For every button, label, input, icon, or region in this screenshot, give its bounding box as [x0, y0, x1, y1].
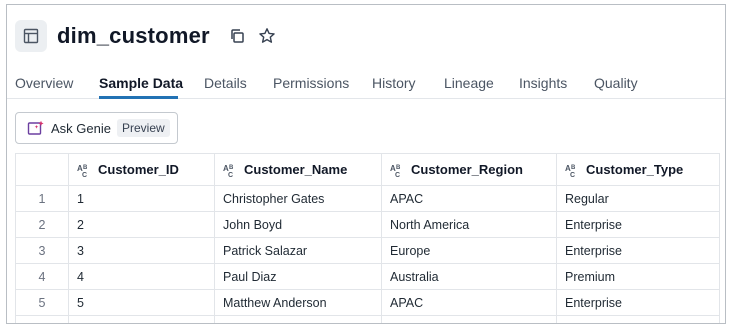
row-number — [15, 315, 69, 323]
tab-details[interactable]: Details — [204, 75, 247, 91]
genie-sparkle-icon — [27, 120, 45, 136]
row-number: 3 — [15, 237, 69, 264]
table-header-row: ACB Customer_ID ACB Customer_Name A C B … — [15, 153, 720, 186]
svg-text:B: B — [229, 165, 234, 171]
svg-text:C: C — [82, 172, 87, 178]
table-cell[interactable]: APAC — [381, 185, 557, 212]
table-cell[interactable]: North America — [381, 211, 557, 238]
table-row: 2 2 John Boyd North America Enterprise — [15, 211, 720, 238]
table-cell[interactable]: 4 — [68, 263, 215, 290]
table-cell[interactable]: Enterprise — [556, 211, 720, 238]
row-number: 1 — [15, 185, 69, 212]
page-title: dim_customer — [57, 23, 210, 48]
table-row: 5 5 Matthew Anderson APAC Enterprise — [15, 289, 720, 316]
svg-text:C: C — [228, 172, 233, 178]
table-cell[interactable]: 5 — [68, 289, 215, 316]
table-row: 1 1 Christopher Gates APAC Regular — [15, 185, 720, 212]
svg-text:B: B — [83, 165, 88, 171]
column-header-customer-id[interactable]: ACB Customer_ID — [68, 153, 215, 186]
tab-quality[interactable]: Quality — [594, 75, 638, 91]
column-header-label: Customer_ID — [98, 162, 179, 177]
tab-overview[interactable]: Overview — [15, 75, 73, 91]
string-type-icon: ACB — [565, 162, 581, 178]
table-cell[interactable]: Regular — [556, 185, 720, 212]
table-cell[interactable]: APAC — [381, 289, 557, 316]
row-number: 2 — [15, 211, 69, 238]
table-cell[interactable]: 3 — [68, 237, 215, 264]
table-icon — [15, 20, 47, 52]
tab-lineage[interactable]: Lineage — [444, 75, 494, 91]
string-type-icon: ACB — [77, 162, 93, 178]
table-cell[interactable]: John Boyd — [214, 211, 382, 238]
row-number: 5 — [15, 289, 69, 316]
sample-data-table: ACB Customer_ID ACB Customer_Name A C B … — [15, 153, 720, 323]
table-detail-page: dim_customer Overview Sample Data Detail… — [6, 4, 726, 324]
svg-text:C: C — [395, 172, 400, 178]
table-row: 4 4 Paul Diaz Australia Premium — [15, 263, 720, 290]
svg-text:C: C — [570, 172, 575, 178]
table-cell[interactable]: Paul Diaz — [214, 263, 382, 290]
star-icon[interactable] — [256, 25, 278, 47]
tab-bar: Overview Sample Data Details Permissions… — [7, 65, 725, 99]
table-cell[interactable] — [556, 315, 720, 323]
column-header-label: Customer_Name — [244, 162, 348, 177]
table-cell[interactable]: Matthew Anderson — [214, 289, 382, 316]
copy-icon[interactable] — [226, 25, 248, 47]
tab-sample-data[interactable]: Sample Data — [99, 75, 183, 91]
table-cell[interactable] — [214, 315, 382, 323]
column-header-customer-region[interactable]: ACB Customer_Region — [381, 153, 557, 186]
column-header-customer-name[interactable]: ACB Customer_Name — [214, 153, 382, 186]
table-cell[interactable]: Australia — [381, 263, 557, 290]
table-cell[interactable]: Enterprise — [556, 289, 720, 316]
table-cell[interactable]: 2 — [68, 211, 215, 238]
table-cell[interactable]: 1 — [68, 185, 215, 212]
string-type-icon: ACB — [390, 162, 406, 178]
table-cell[interactable] — [68, 315, 215, 323]
ask-genie-label: Ask Genie — [51, 120, 111, 136]
column-header-label: Customer_Region — [411, 162, 523, 177]
table-cell[interactable]: Enterprise — [556, 237, 720, 264]
column-header-label: Customer_Type — [586, 162, 684, 177]
table-cell[interactable]: Europe — [381, 237, 557, 264]
svg-text:B: B — [396, 165, 401, 171]
page-header: dim_customer — [15, 18, 278, 54]
tab-insights[interactable]: Insights — [519, 75, 567, 91]
table-cell[interactable] — [381, 315, 557, 323]
tab-history[interactable]: History — [372, 75, 416, 91]
table-cell[interactable]: Premium — [556, 263, 720, 290]
active-tab-indicator — [99, 96, 178, 99]
table-cell[interactable]: Christopher Gates — [214, 185, 382, 212]
table-row-partial — [15, 315, 720, 323]
string-type-icon: ACB — [223, 162, 239, 178]
svg-text:B: B — [571, 165, 576, 171]
ask-genie-button[interactable]: Ask Genie Preview — [15, 112, 178, 144]
table-cell[interactable]: Patrick Salazar — [214, 237, 382, 264]
row-number-header — [15, 153, 69, 186]
tab-permissions[interactable]: Permissions — [273, 75, 349, 91]
table-row: 3 3 Patrick Salazar Europe Enterprise — [15, 237, 720, 264]
preview-badge: Preview — [116, 119, 170, 137]
column-header-customer-type[interactable]: ACB Customer_Type — [556, 153, 720, 186]
row-number: 4 — [15, 263, 69, 290]
